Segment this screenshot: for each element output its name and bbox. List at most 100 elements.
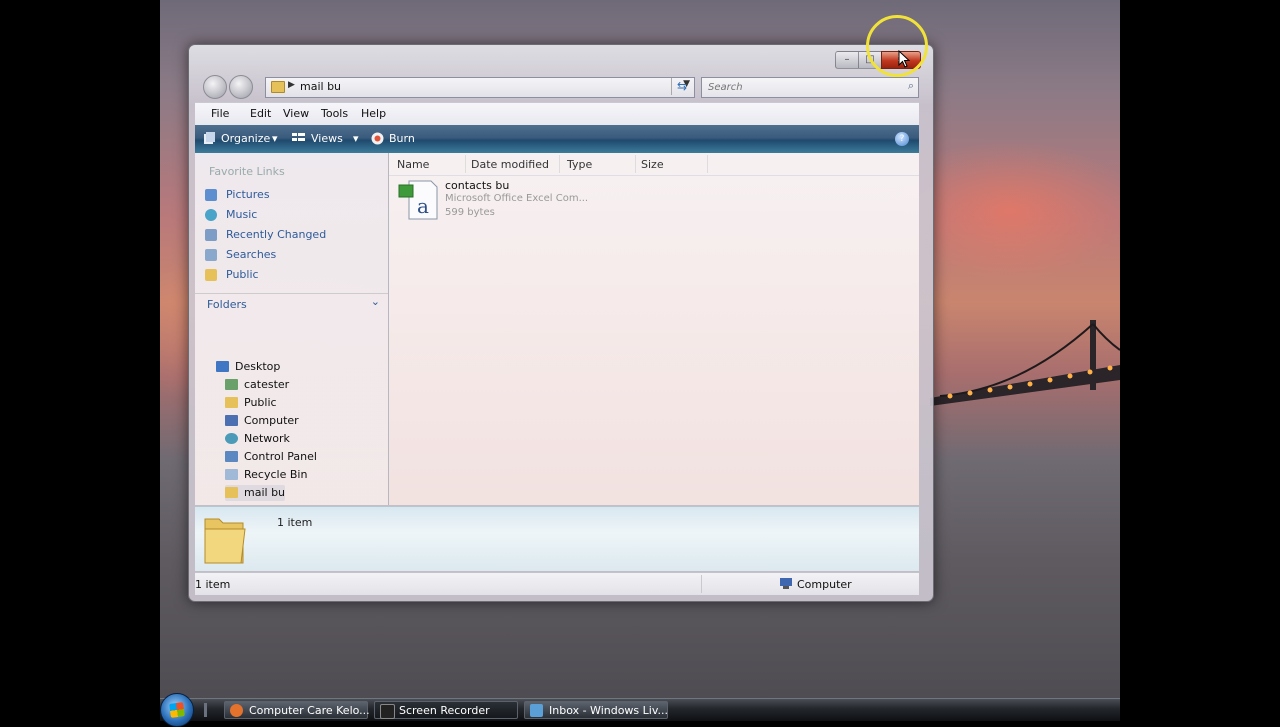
music-icon (205, 209, 217, 221)
menu-view[interactable]: View (283, 107, 309, 120)
folder-icon (271, 81, 285, 93)
menu-tools[interactable]: Tools (321, 107, 348, 120)
windows-logo-icon (169, 702, 185, 718)
minimize-icon: – (844, 54, 850, 65)
favorite-label: Searches (226, 248, 277, 261)
views-button[interactable]: Views (311, 132, 343, 145)
file-item[interactable]: a contacts bu Microsoft Office Excel Com… (397, 179, 597, 223)
column-name[interactable]: Name (397, 158, 429, 171)
views-dropdown-icon[interactable]: ▾ (353, 132, 359, 145)
address-bar[interactable]: ▶ mail bu ▼ (265, 77, 695, 98)
tree-item-label: mail bu (244, 486, 286, 499)
recycle-bin-icon (225, 469, 238, 480)
mouse-cursor-icon (898, 50, 910, 68)
firefox-icon (230, 704, 243, 717)
status-location: Computer (797, 578, 852, 591)
computer-icon (225, 415, 238, 426)
tree-item-label: Computer (244, 414, 299, 427)
folder-icon (225, 397, 238, 408)
menu-file[interactable]: File (211, 107, 229, 120)
tree-item-label: Network (244, 432, 290, 445)
views-icon (292, 133, 305, 141)
tree-item-label: Control Panel (244, 450, 317, 463)
task-screen-recorder[interactable]: Screen Recorder (374, 701, 518, 719)
command-bar: Organize ▾ Views ▾ Burn ? (195, 125, 919, 153)
tree-item-label: Desktop (235, 360, 281, 373)
folder-icon (205, 269, 217, 281)
file-list: Name Date modified Type Size a contacts … (389, 153, 919, 505)
file-name: contacts bu (445, 179, 510, 192)
refresh-icon[interactable]: ⇆ (671, 78, 692, 95)
large-folder-icon (204, 518, 246, 564)
bridge-image (930, 320, 1120, 406)
breadcrumb-chevron-icon[interactable]: ▶ (288, 80, 295, 90)
favorite-label: Public (226, 268, 259, 281)
taskbar: Computer Care Kelo... Screen Recorder In… (160, 693, 1120, 727)
menu-edit[interactable]: Edit (250, 107, 271, 120)
organize-button[interactable]: Organize (221, 132, 270, 145)
column-headers: Name Date modified Type Size (389, 153, 919, 176)
search-input[interactable] (706, 79, 890, 96)
status-item-count: 1 item (195, 578, 231, 591)
task-inbox[interactable]: Inbox - Windows Liv... (524, 701, 668, 719)
tree-item-label: catester (244, 378, 290, 391)
search-box[interactable]: ⌕ (701, 77, 919, 98)
column-divider[interactable] (465, 155, 466, 173)
recently-changed-icon (205, 229, 217, 241)
folder-icon (225, 487, 238, 498)
tree-item-label: Recycle Bin (244, 468, 308, 481)
minimize-button[interactable]: – (835, 51, 859, 69)
organize-dropdown-icon[interactable]: ▾ (272, 132, 278, 145)
column-divider[interactable] (635, 155, 636, 173)
menu-help[interactable]: Help (361, 107, 386, 120)
task-computer-care[interactable]: Computer Care Kelo... (224, 701, 370, 719)
task-label: Computer Care Kelo... (249, 704, 370, 717)
column-type[interactable]: Type (567, 158, 592, 171)
favorite-links-heading: Favorite Links (209, 165, 285, 178)
back-button[interactable] (203, 75, 227, 99)
network-icon (225, 433, 238, 444)
searches-icon (205, 249, 217, 261)
svg-text:a: a (417, 194, 429, 218)
start-button[interactable] (160, 693, 194, 727)
status-divider (701, 575, 702, 593)
column-date-modified[interactable]: Date modified (471, 158, 549, 171)
navigation-pane: Favorite Links Pictures Music Recently C… (195, 153, 389, 505)
organize-icon (204, 132, 215, 144)
quick-launch-grip[interactable] (204, 703, 207, 717)
forward-button[interactable] (229, 75, 253, 99)
task-label: Inbox - Windows Liv... (549, 704, 668, 717)
excel-file-icon: a (398, 180, 438, 220)
favorite-label: Music (226, 208, 258, 221)
column-size[interactable]: Size (641, 158, 664, 171)
favorite-label: Pictures (226, 188, 270, 201)
tree-item-label: Public (244, 396, 277, 409)
file-size: 599 bytes (445, 207, 495, 218)
item-count: 1 item (277, 516, 313, 529)
details-pane: 1 item (195, 506, 919, 571)
burn-button[interactable]: Burn (389, 132, 415, 145)
column-divider[interactable] (707, 155, 708, 173)
console-icon (380, 704, 395, 719)
file-type: Microsoft Office Excel Com... (445, 193, 589, 204)
click-highlight-circle (866, 15, 928, 77)
computer-icon (780, 578, 792, 589)
address-path[interactable]: mail bu (300, 80, 341, 93)
folders-header[interactable]: Folders ⌄ (195, 293, 388, 314)
help-icon[interactable]: ? (895, 132, 909, 146)
explorer-window: – □ ✕ ▶ mail bu ▼ ⇆ ⌕ File Edit View Too… (188, 44, 934, 602)
desktop-icon (216, 361, 229, 372)
search-icon[interactable]: ⌕ (908, 79, 914, 93)
burn-icon (371, 132, 384, 145)
favorite-label: Recently Changed (226, 228, 327, 241)
mail-icon (530, 704, 543, 717)
status-bar: 1 item Computer (195, 572, 919, 595)
control-panel-icon (225, 451, 238, 462)
folders-heading: Folders (207, 298, 247, 311)
chevron-down-icon[interactable]: ⌄ (371, 295, 380, 308)
column-divider[interactable] (559, 155, 560, 173)
menu-bar: File Edit View Tools Help (195, 102, 919, 125)
tree-item-mail-bu[interactable]: mail bu (225, 485, 285, 501)
user-folder-icon (225, 379, 238, 390)
pictures-icon (205, 189, 217, 201)
